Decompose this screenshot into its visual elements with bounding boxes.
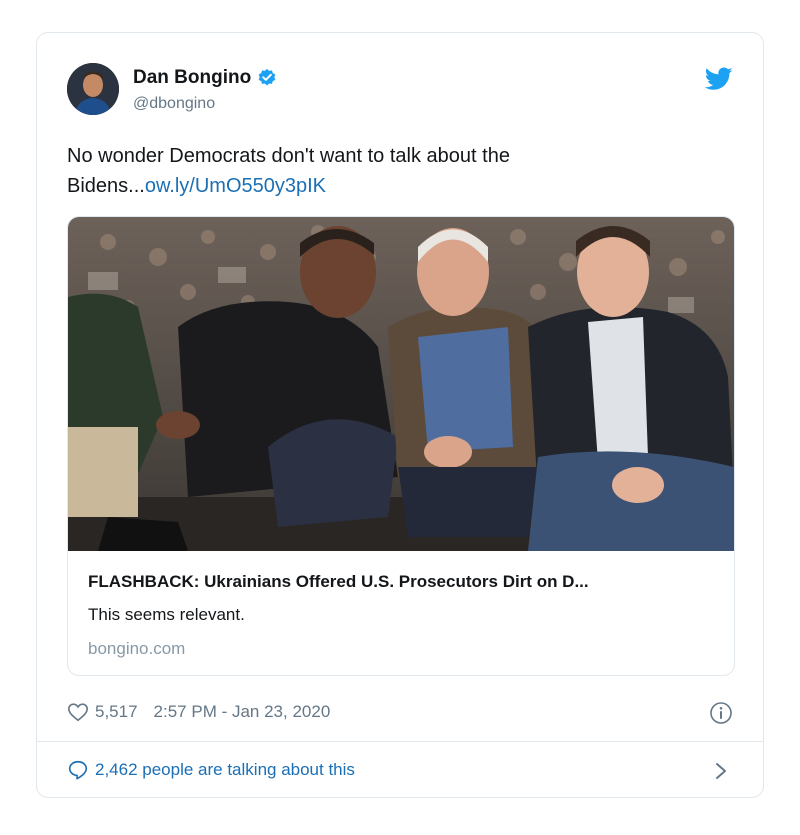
speech-bubble-icon	[68, 760, 88, 780]
conversation-link[interactable]: 2,462 people are talking about this	[67, 759, 355, 781]
verified-badge-icon	[257, 68, 277, 88]
tweet-meta-row: 5,517 2:57 PM - Jan 23, 2020	[67, 701, 330, 723]
info-icon[interactable]	[709, 701, 733, 725]
link-preview-image	[68, 217, 734, 551]
twitter-bird-icon[interactable]	[705, 67, 733, 91]
tweet-embed-card: Dan Bongino @dbongino No wonder Democrat…	[36, 32, 764, 798]
author-name[interactable]: Dan Bongino	[133, 67, 251, 89]
heart-icon[interactable]	[67, 701, 89, 723]
author-name-row: Dan Bongino	[133, 67, 277, 89]
tweet-link[interactable]: ow.ly/UmO550y3pIK	[145, 175, 326, 197]
link-card-description: This seems relevant.	[88, 605, 245, 624]
author-handle[interactable]: @dbongino	[133, 95, 215, 113]
conversation-count-label[interactable]: 2,462 people are talking about this	[95, 760, 355, 780]
avatar[interactable]	[67, 63, 119, 115]
tweet-timestamp[interactable]: 2:57 PM - Jan 23, 2020	[154, 702, 331, 722]
avatar-photo	[67, 63, 119, 115]
link-card-domain: bongino.com	[88, 639, 186, 658]
like-count[interactable]: 5,517	[95, 702, 138, 722]
link-preview-card[interactable]: FLASHBACK: Ukrainians Offered U.S. Prose…	[67, 216, 735, 676]
tweet-text: No wonder Democrats don't want to talk a…	[67, 141, 727, 201]
chevron-right-icon[interactable]	[713, 761, 729, 781]
link-card-title[interactable]: FLASHBACK: Ukrainians Offered U.S. Prose…	[88, 572, 718, 592]
divider	[37, 741, 763, 742]
